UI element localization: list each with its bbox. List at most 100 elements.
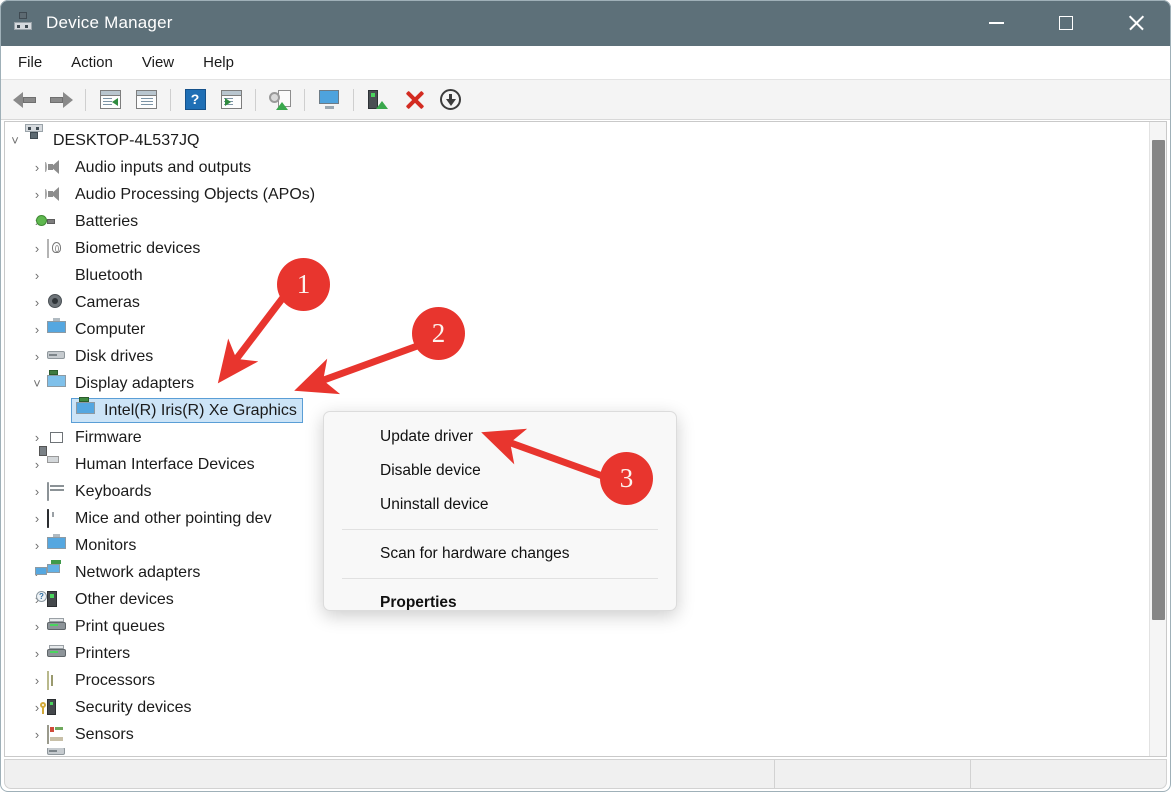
chevron-right-icon[interactable]: › (27, 619, 47, 634)
chevron-right-icon[interactable]: › (27, 322, 47, 337)
tree-item-label: Display adapters (75, 374, 195, 392)
tree-item-security-devices[interactable]: › Security devices (5, 694, 1166, 721)
tree-root-item[interactable]: ˅ DESKTOP-4L537JQ (5, 123, 1166, 154)
tree-item-label: Keyboards (75, 482, 152, 500)
tree-item-label: Biometric devices (75, 239, 201, 257)
tree-item-label: Bluetooth (75, 266, 143, 284)
unknown-device-icon: ? (36, 590, 67, 609)
tree-root-label: DESKTOP-4L537JQ (53, 131, 200, 149)
show-hide-console-tree-button[interactable] (95, 86, 125, 114)
context-menu-item-update-driver[interactable]: Update driver (324, 420, 676, 454)
tree-item-disk-drives[interactable]: › Disk drives (5, 343, 1166, 370)
toolbar-separator (255, 88, 256, 111)
chevron-right-icon[interactable]: › (27, 511, 47, 526)
tree-scrollbar-thumb[interactable] (1152, 140, 1165, 620)
security-device-icon (40, 698, 67, 717)
red-x-icon (405, 90, 424, 109)
keyboard-icon (47, 481, 67, 501)
toolbar-separator (85, 88, 86, 111)
tree-item-bluetooth[interactable]: › Bluetooth (5, 262, 1166, 289)
chevron-right-icon[interactable]: › (27, 646, 47, 661)
tree-item-cameras[interactable]: › Cameras (5, 289, 1166, 316)
processor-chip-icon (47, 670, 67, 690)
annotation-badge-1: 1 (277, 258, 330, 311)
maximize-icon (1059, 16, 1073, 30)
maximize-button[interactable] (1031, 0, 1101, 46)
forward-button[interactable] (46, 86, 76, 114)
menu-file[interactable]: File (7, 50, 53, 75)
chevron-right-icon[interactable]: › (27, 484, 47, 499)
toolbar: ? (0, 80, 1171, 120)
menu-view[interactable]: View (131, 50, 185, 75)
tree-item-processors[interactable]: › Processors (5, 667, 1166, 694)
uninstall-device-button[interactable] (399, 86, 429, 114)
minimize-button[interactable] (961, 0, 1031, 46)
bluetooth-icon (47, 267, 67, 285)
tree-item-audio-inputs[interactable]: › Audio inputs and outputs (5, 154, 1166, 181)
tree-item-partial[interactable] (5, 748, 1166, 756)
firmware-chip-icon (47, 429, 67, 447)
chevron-right-icon[interactable]: › (27, 457, 47, 472)
back-button[interactable] (10, 86, 40, 114)
context-menu-separator (342, 529, 658, 530)
show-hide-action-pane-button[interactable] (216, 86, 246, 114)
device-manager-icon (14, 12, 36, 34)
enable-device-button[interactable] (363, 86, 393, 114)
tree-item-label: Audio Processing Objects (APOs) (75, 185, 316, 203)
chevron-right-icon[interactable]: › (27, 430, 47, 445)
tree-item-sensors[interactable]: › Sensors (5, 721, 1166, 748)
display-adapter-icon (47, 369, 67, 393)
console-tree-icon (99, 90, 121, 109)
tree-item-display-adapters[interactable]: ˅ Display adapters (5, 369, 1166, 397)
properties-window-icon (135, 90, 157, 109)
tree-item-label: Human Interface Devices (75, 455, 255, 473)
tree-item-biometric-devices[interactable]: › Biometric devices (5, 235, 1166, 262)
tree-scrollbar[interactable] (1149, 122, 1166, 756)
update-driver-icon (269, 89, 291, 110)
enable-device-icon (368, 89, 388, 110)
chevron-right-icon[interactable]: › (27, 727, 47, 742)
chevron-right-icon[interactable]: › (27, 349, 47, 364)
tree-item-audio-processing-objects[interactable]: › Audio Processing Objects (APOs) (5, 181, 1166, 208)
tree-item-label: Monitors (75, 536, 137, 554)
chevron-right-icon[interactable]: › (27, 538, 47, 553)
window-controls (961, 0, 1171, 46)
properties-button[interactable] (131, 86, 161, 114)
menu-help[interactable]: Help (192, 50, 245, 75)
device-context-menu: Update driver Disable device Uninstall d… (323, 411, 677, 611)
selected-device-row[interactable]: Intel(R) Iris(R) Xe Graphics (71, 396, 303, 423)
toolbar-separator (170, 88, 171, 111)
disk-drive-icon (47, 348, 67, 366)
chevron-right-icon[interactable]: › (27, 241, 47, 256)
chevron-down-icon[interactable]: ˅ (5, 133, 25, 148)
battery-icon (36, 213, 67, 231)
context-menu-item-scan-for-hardware-changes[interactable]: Scan for hardware changes (324, 537, 676, 571)
display-adapter-icon (76, 396, 96, 420)
chevron-down-icon[interactable]: ˅ (27, 376, 47, 391)
menu-action[interactable]: Action (60, 50, 124, 75)
status-bar-segment-1 (5, 760, 774, 788)
tree-item-print-queues[interactable]: › Print queues (5, 613, 1166, 640)
scan-hardware-changes-button[interactable] (314, 86, 344, 114)
tree-item-printers[interactable]: › Printers (5, 640, 1166, 667)
chevron-right-icon[interactable]: › (27, 295, 47, 310)
update-driver-button[interactable] (265, 86, 295, 114)
mouse-icon (47, 508, 67, 528)
minimize-icon (988, 22, 1004, 24)
tree-item-computer[interactable]: › Computer (5, 316, 1166, 343)
help-button[interactable]: ? (180, 86, 210, 114)
menu-bar: File Action View Help (0, 46, 1171, 80)
device-icon (47, 748, 67, 756)
tree-item-label: Network adapters (75, 563, 201, 581)
close-button[interactable] (1101, 0, 1171, 46)
context-menu-item-properties[interactable]: Properties (324, 586, 676, 610)
forward-arrow-icon (49, 91, 73, 108)
toolbar-separator (304, 88, 305, 111)
back-arrow-icon (13, 91, 37, 108)
fingerprint-icon (47, 238, 67, 258)
chevron-right-icon[interactable]: › (27, 673, 47, 688)
tree-item-batteries[interactable]: › Batteries (5, 208, 1166, 235)
chevron-right-icon[interactable]: › (27, 268, 47, 283)
selected-device-label: Intel(R) Iris(R) Xe Graphics (104, 401, 297, 419)
disable-device-button[interactable] (435, 86, 465, 114)
